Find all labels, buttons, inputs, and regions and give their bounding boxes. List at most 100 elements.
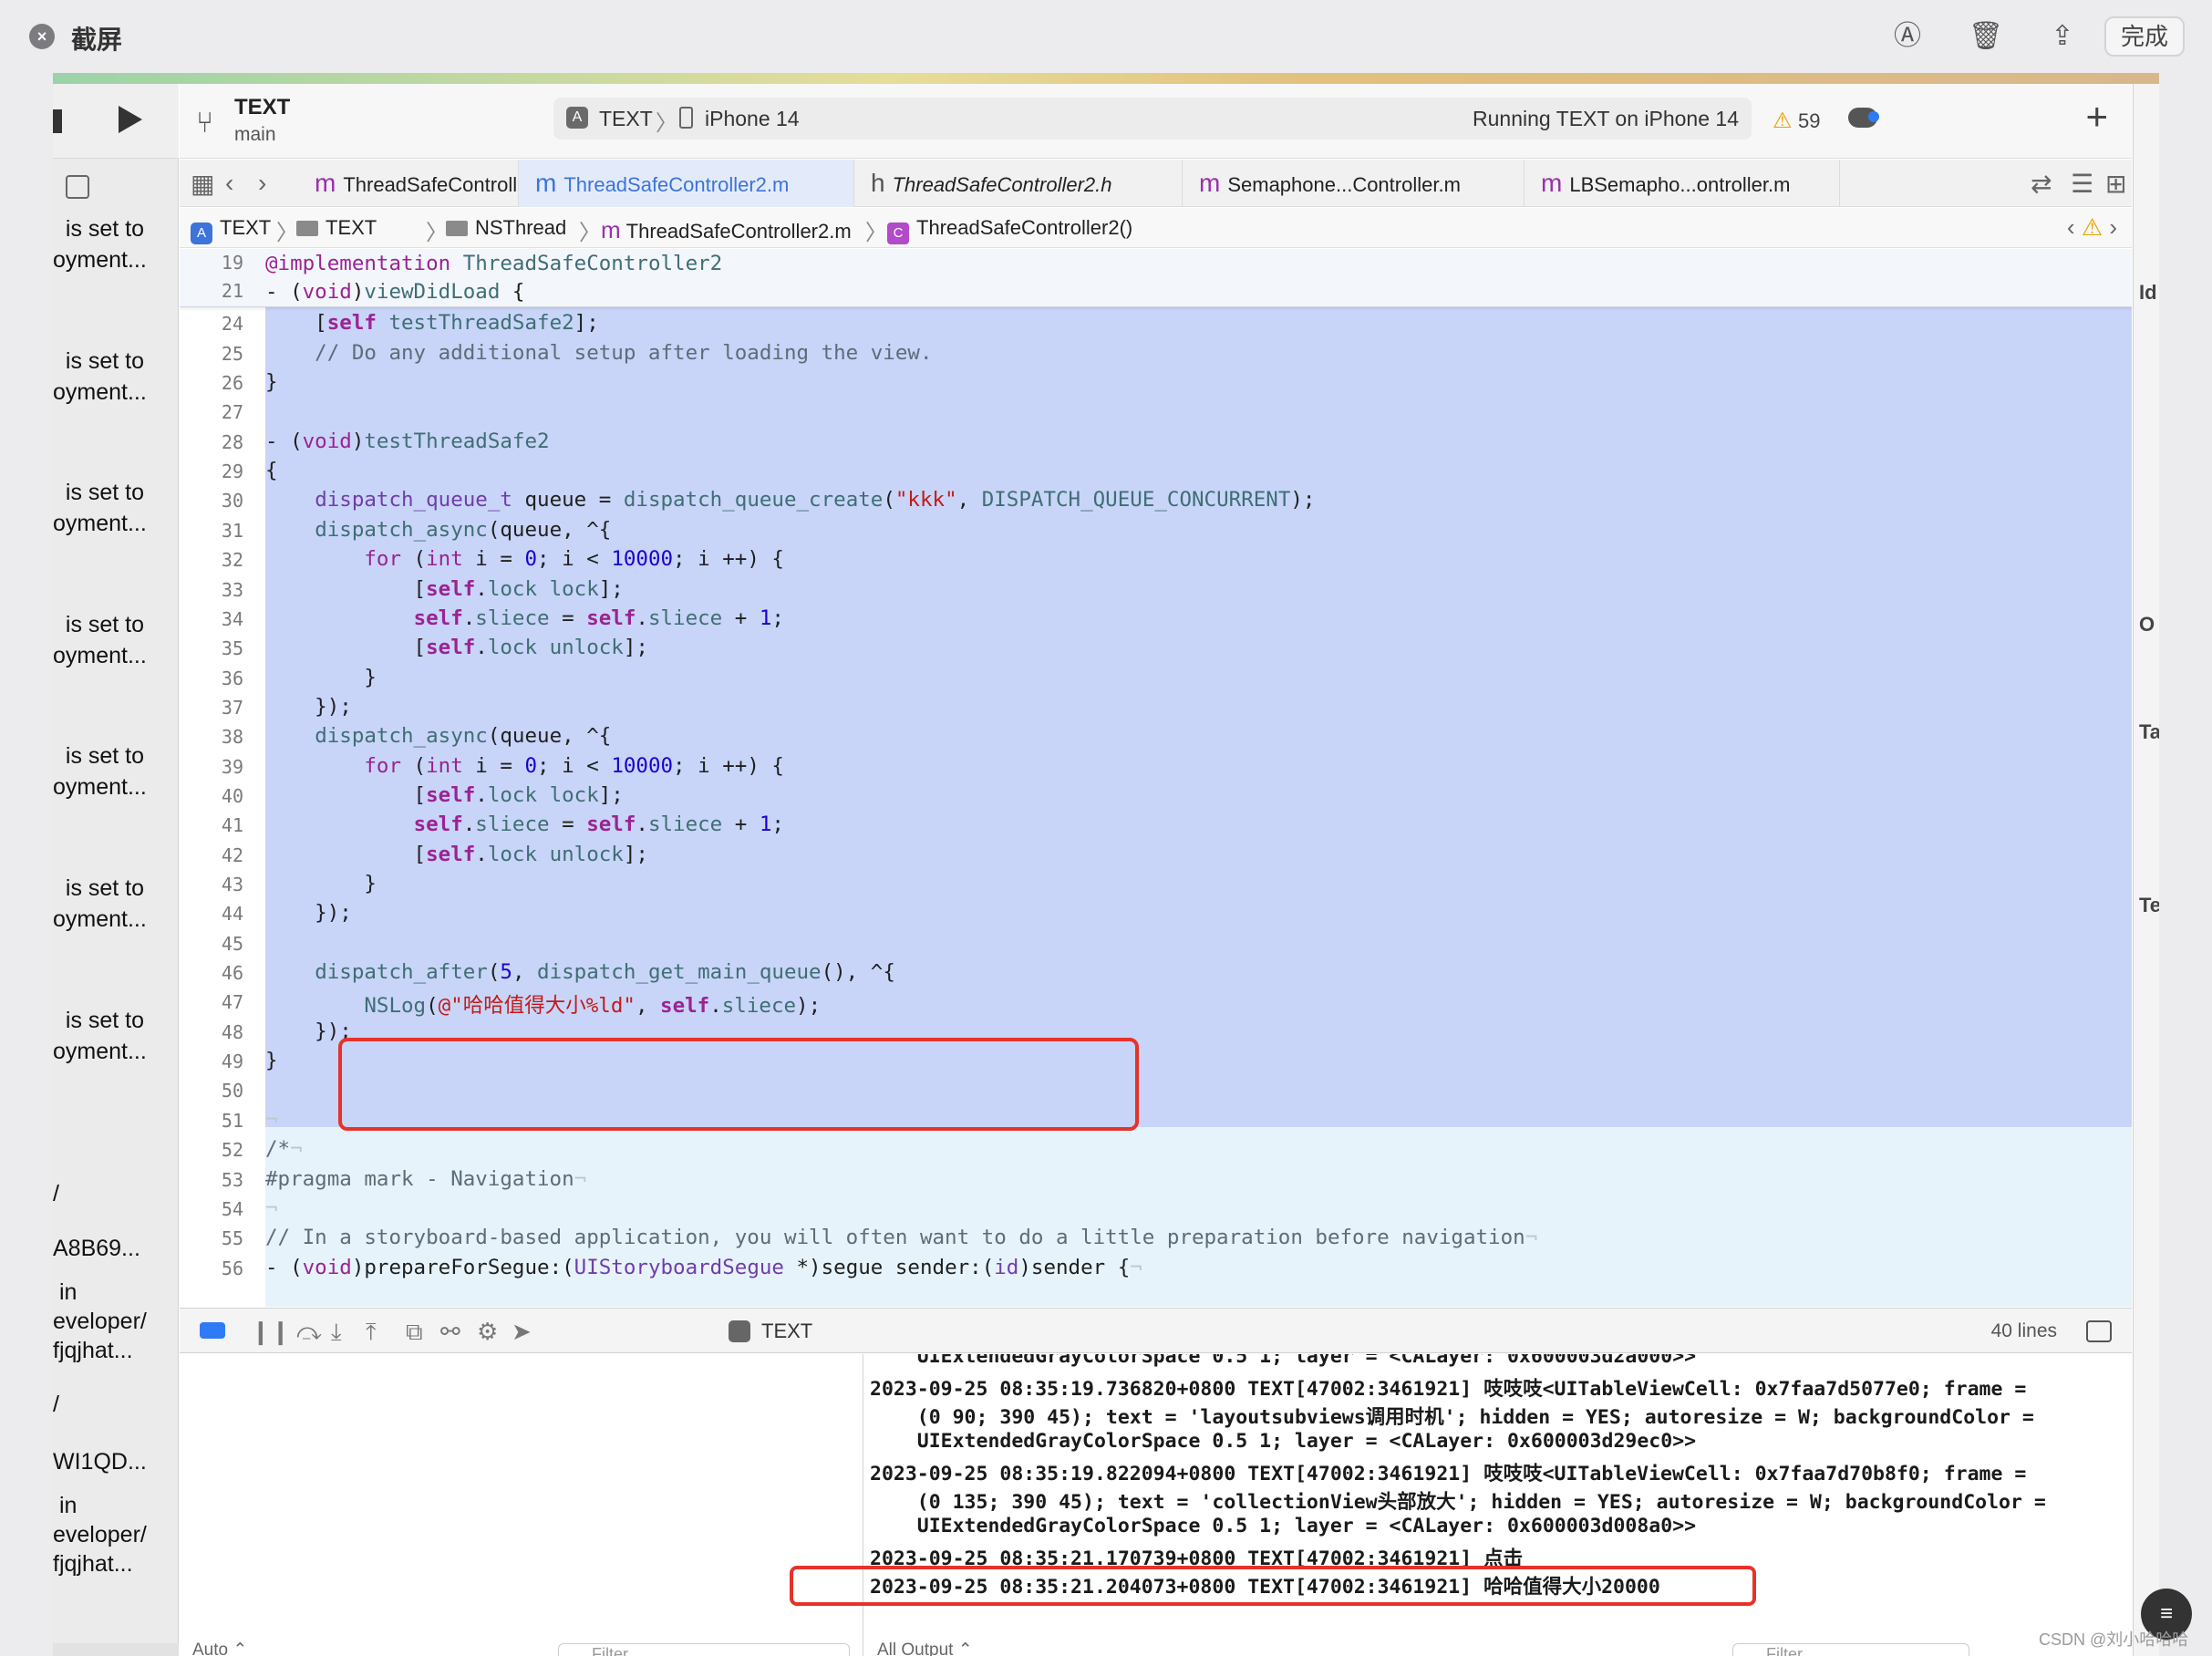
code-line[interactable]: self.sliece = self.sliece + 1; [265,606,784,630]
memory-graph-icon[interactable]: ⚯ [440,1318,460,1346]
hide-debug-area-icon[interactable] [2086,1320,2112,1342]
markup-pen-icon[interactable]: Ⓐ [1889,18,1926,55]
navigator-issue-text[interactable]: WI1QD... [53,1448,179,1476]
tab-threadsafecontroller-m[interactable]: m ThreadSafeController.m [298,160,519,207]
scheme-selector[interactable]: TEXT [599,107,653,131]
navigator-issue-text[interactable]: in [53,1278,179,1307]
editor-options-icon[interactable]: ☰ [2071,169,2093,199]
warning-icon[interactable]: ⚠ [1773,108,1793,134]
navigator-issue-text[interactable]: oyment... [53,906,179,934]
back-icon[interactable]: ‹ [225,169,233,198]
navigator-issue-text[interactable]: is set to [53,479,179,507]
jumpbar-folder[interactable]: NSThread [446,216,566,240]
code-line[interactable]: } [265,1049,278,1072]
code-line[interactable]: [self.lock unlock]; [265,636,648,659]
tab-threadsafecontroller2-h[interactable]: h ThreadSafeController2.h [854,160,1183,207]
navigator-issue-text[interactable]: fjqjhat... [53,1337,179,1365]
code-line[interactable]: { [265,459,278,482]
jumpbar-file[interactable]: m ThreadSafeController2.m [601,216,852,244]
pause-icon[interactable]: ❙❙ [251,1318,291,1346]
navigator-issue-text[interactable]: is set to [53,875,179,903]
grid-icon[interactable]: ▦ [191,169,214,199]
variables-filter[interactable]: Filter [558,1643,850,1656]
code-line[interactable]: } [265,872,377,895]
console-output[interactable]: UIExtendedGrayColorSpace 0.5 1; layer = … [864,1354,2132,1656]
stop-icon[interactable] [53,109,62,133]
add-library-button[interactable]: + [2085,95,2108,139]
step-into-icon[interactable]: ⤓ [331,1318,342,1347]
step-over-icon[interactable]: ⤼ [296,1318,322,1347]
sticky-code-line[interactable]: - (void)viewDidLoad { [265,280,524,304]
navigator-issue-text[interactable]: is set to [53,347,179,376]
code-line[interactable]: }); [265,695,352,719]
code-line[interactable]: /*¬ [265,1137,303,1161]
code-line[interactable]: dispatch_async(queue, ^{ [265,518,611,542]
add-editor-icon[interactable]: ⊞ [2105,169,2126,199]
trash-icon[interactable]: 🗑 [1968,18,2004,55]
code-line[interactable]: - (void)testThreadSafe2 [265,430,550,453]
done-button[interactable]: 完成 [2103,16,2185,57]
tab-threadsafecontroller2-m[interactable]: m ThreadSafeController2.m [519,160,854,207]
forward-icon[interactable]: › [258,169,266,198]
jumpbar-project[interactable]: A TEXT [191,216,271,244]
device-selector[interactable]: iPhone 14 [705,107,800,131]
step-out-icon[interactable]: ⤒ [366,1318,377,1347]
code-line[interactable]: [self.lock lock]; [265,783,624,807]
swap-icon[interactable]: ⇄ [2031,169,2052,199]
run-button[interactable] [119,106,142,133]
code-line[interactable]: NSLog(@"哈哈值得大小%ld", self.sliece); [265,989,821,1019]
code-line[interactable]: dispatch_after(5, dispatch_get_main_queu… [265,960,895,984]
navigator-issue-text[interactable]: oyment... [53,510,179,538]
jumpbar-group[interactable]: TEXT [296,216,377,240]
navigator-issue-text[interactable]: oyment... [53,773,179,802]
project-name[interactable]: TEXT [234,95,290,120]
navigator-issue-text[interactable]: fjqjhat... [53,1550,179,1578]
output-selector[interactable]: All Output ⌃ [877,1640,973,1656]
sticky-code-line[interactable]: @implementation ThreadSafeController2 [265,252,722,275]
code-line[interactable]: // Do any additional setup after loading… [265,341,932,365]
tab-semaphone-controller-m[interactable]: m Semaphone...Controller.m [1183,160,1525,207]
code-line[interactable]: for (int i = 0; i < 10000; i ++) { [265,754,784,778]
navigator-issue-text[interactable]: eveloper/ [53,1521,179,1549]
issue-navigation-controls[interactable]: ‹ ⚠ › [2067,213,2117,242]
simulate-location-icon[interactable]: ➤ [512,1318,532,1346]
environment-overrides-icon[interactable]: ⚙ [477,1318,498,1346]
code-line[interactable]: ¬ [265,1108,278,1132]
branch-name[interactable]: main [234,124,276,146]
code-line[interactable]: self.sliece = self.sliece + 1; [265,812,784,836]
code-line[interactable]: for (int i = 0; i < 10000; i ++) { [265,547,784,571]
code-line[interactable]: - (void)prepareForSegue:(UIStoryboardSeg… [265,1256,1142,1279]
navigator-issue-text[interactable]: / [53,1180,179,1208]
navigator-issue-text[interactable]: is set to [53,742,179,771]
navigator-issue-text[interactable]: in [53,1492,179,1520]
warning-count[interactable]: 59 [1798,109,1820,133]
auto-selector[interactable]: Auto ⌃ [192,1640,247,1656]
code-line[interactable]: [self.lock unlock]; [265,843,648,866]
debug-target[interactable]: TEXT [761,1320,812,1343]
code-line[interactable]: #pragma mark - Navigation¬ [265,1167,586,1191]
code-line[interactable]: } [265,370,278,394]
navigator-issue-text[interactable]: A8B69... [53,1235,179,1263]
navigator-issue-text[interactable]: oyment... [53,642,179,670]
code-line[interactable]: }); [265,901,352,925]
document-outline-icon[interactable] [66,175,89,199]
code-line[interactable]: }); [265,1019,352,1043]
code-line[interactable]: ¬ [265,1196,278,1220]
navigator-issue-text[interactable]: is set to [53,215,179,243]
navigator-issue-text[interactable]: eveloper/ [53,1308,179,1336]
navigator-issue-text[interactable]: is set to [53,611,179,639]
console-filter[interactable]: Filter [1732,1643,1969,1656]
navigator-issue-text[interactable]: oyment... [53,1038,179,1066]
code-line[interactable]: [self testThreadSafe2]; [265,311,599,335]
navigator-issue-text[interactable]: / [53,1391,179,1419]
navigator-issue-text[interactable]: is set to [53,1007,179,1035]
breakpoints-toggle-icon[interactable] [200,1322,225,1339]
jumpbar-symbol[interactable]: C ThreadSafeController2() [887,216,1132,244]
code-line[interactable]: // In a storyboard-based application, yo… [265,1226,1537,1249]
source-editor[interactable]: 19 @implementation ThreadSafeController2 2… [180,249,2132,1307]
tab-lbsemapho-controller-m[interactable]: m LBSemapho...ontroller.m [1525,160,1840,207]
navigator-issue-text[interactable]: oyment... [53,378,179,407]
close-icon[interactable]: × [29,24,55,49]
code-line[interactable]: [self.lock lock]; [265,577,624,601]
navigator-issue-text[interactable]: oyment... [53,246,179,274]
